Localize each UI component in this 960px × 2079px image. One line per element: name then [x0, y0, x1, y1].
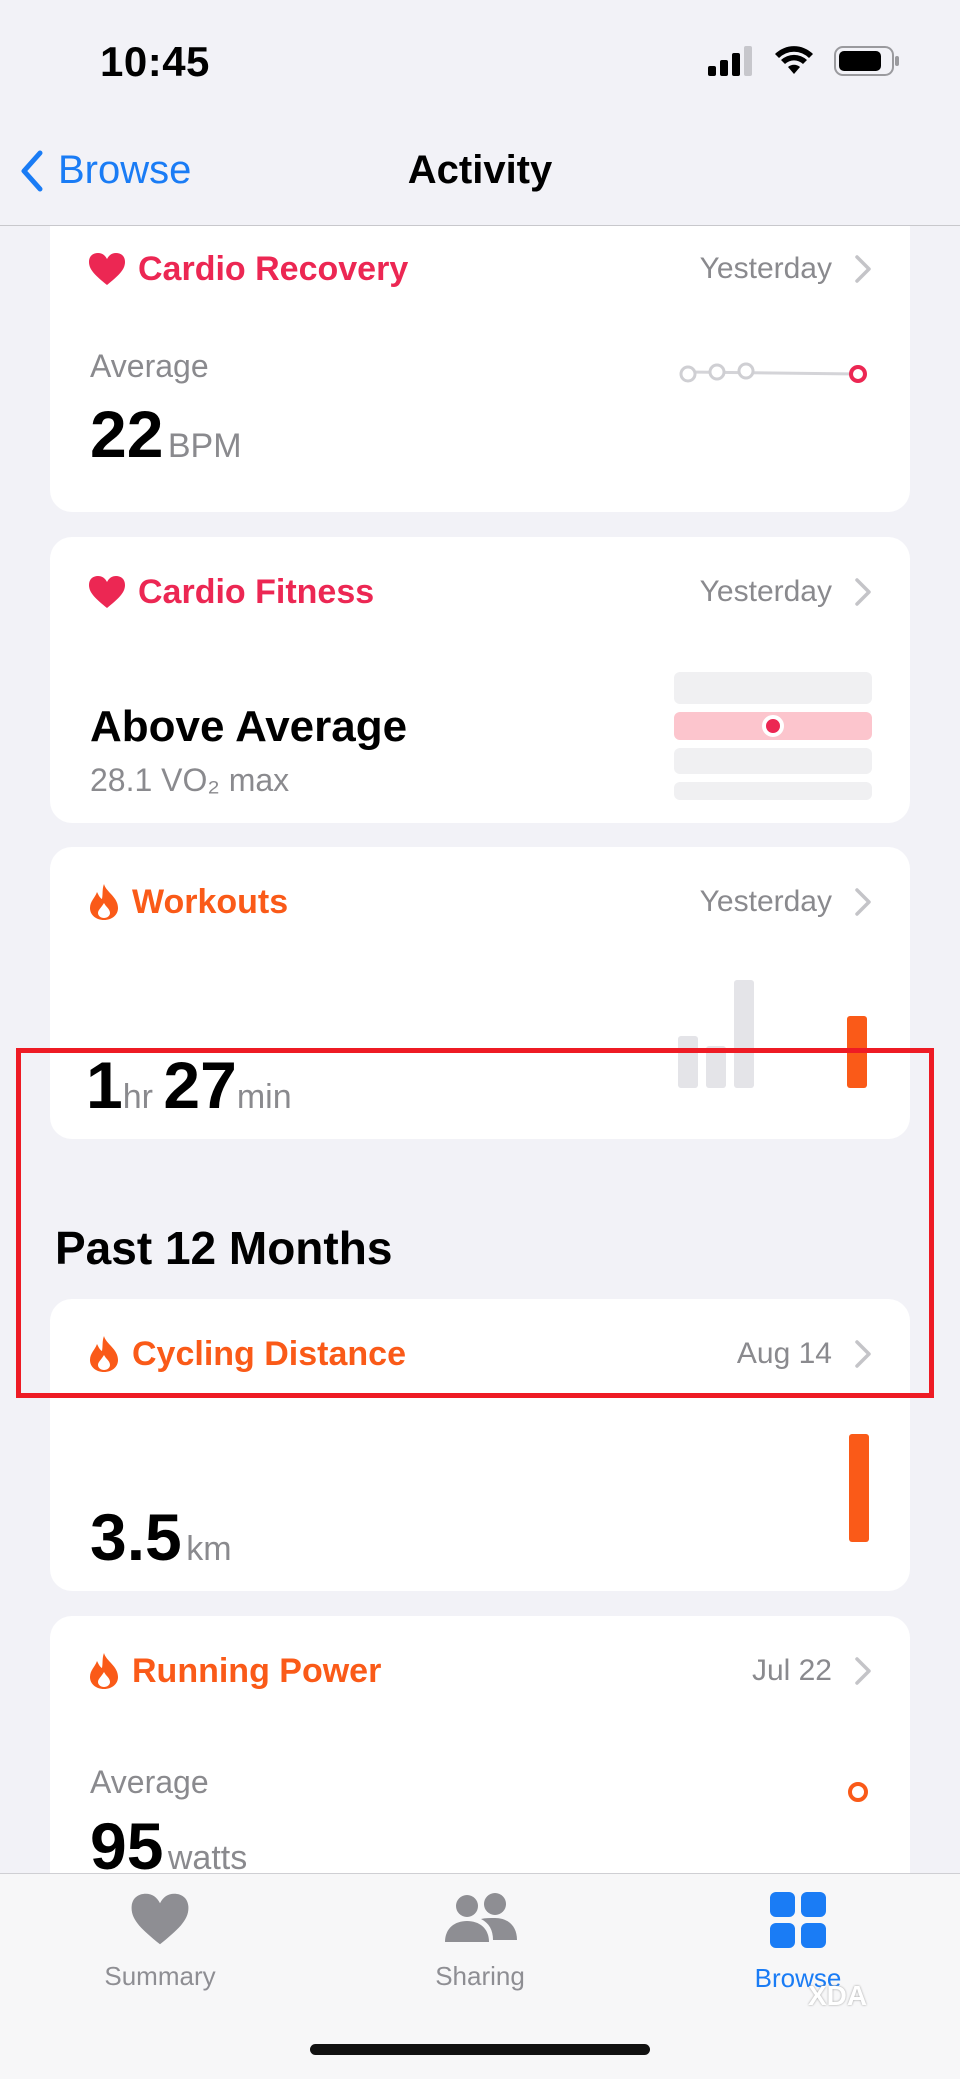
- card-date: Yesterday: [699, 252, 832, 285]
- battery-icon: [834, 46, 899, 76]
- card-title: Cardio Fitness: [138, 572, 375, 611]
- heart-icon: [131, 1893, 189, 1945]
- tab-summary[interactable]: Summary: [60, 1892, 260, 1992]
- average-label: Average: [90, 1764, 209, 1800]
- cardio-fitness-range-chart: [674, 672, 872, 800]
- flame-icon: [90, 884, 118, 920]
- tab-sharing[interactable]: Sharing: [380, 1892, 580, 1992]
- heart-icon: [89, 253, 125, 285]
- card-cardio-recovery[interactable]: Cardio Recovery Yesterday Average 22 BPM: [50, 226, 910, 512]
- card-date: Yesterday: [699, 575, 832, 608]
- wifi-icon: [775, 46, 813, 74]
- card-date: Jul 22: [751, 1654, 832, 1687]
- running-power-point: [848, 1782, 868, 1802]
- running-power-value: 95 watts: [90, 1808, 247, 1873]
- card-title: Cardio Recovery: [138, 249, 409, 288]
- home-indicator[interactable]: [310, 2044, 650, 2055]
- cardio-fitness-level: Above Average: [90, 702, 408, 751]
- card-date: Yesterday: [699, 885, 832, 918]
- cycling-distance-value: 3.5 km: [90, 1499, 232, 1575]
- value-number: 3.5: [90, 1500, 182, 1574]
- chevron-right-icon: [855, 888, 871, 916]
- status-time: 10:45: [100, 38, 210, 85]
- cycling-bar: [849, 1434, 869, 1542]
- status-bar: 10:45: [0, 0, 960, 130]
- value-unit: watts: [167, 1839, 248, 1873]
- card-title: Running Power: [132, 1651, 382, 1690]
- highlight-box: [16, 1048, 934, 1398]
- heart-icon: [89, 576, 125, 608]
- card-running-power[interactable]: Running Power Jul 22 Average 95 watts: [50, 1616, 910, 1873]
- chevron-right-icon: [855, 578, 871, 606]
- browse-grid-icon: [770, 1892, 826, 1948]
- chevron-right-icon: [855, 1657, 871, 1685]
- value-unit: km: [186, 1530, 232, 1568]
- average-label: Average: [90, 348, 209, 384]
- cardio-recovery-value: 22 BPM: [90, 396, 242, 472]
- navigation-bar: Browse Activity: [0, 130, 960, 226]
- tab-label: Summary: [104, 1961, 216, 1991]
- tab-browse[interactable]: Browse: [698, 1892, 898, 1994]
- tab-label: Browse: [754, 1963, 842, 1993]
- value-number: 22: [90, 397, 164, 471]
- value-unit: BPM: [167, 427, 242, 465]
- watermark-logo: XDA: [808, 1980, 868, 2011]
- value-number: 95: [90, 1809, 164, 1873]
- flame-icon: [90, 1653, 118, 1689]
- content-scroll[interactable]: Cardio Recovery Yesterday Average 22 BPM…: [0, 226, 960, 1873]
- tab-bar: Summary Sharing Browse XDA: [0, 1873, 960, 2079]
- cardio-fitness-detail: 28.1 VO₂ max: [90, 762, 290, 798]
- chevron-right-icon: [855, 255, 871, 283]
- status-icons: [708, 46, 900, 76]
- sharing-people-icon: [445, 1893, 517, 1942]
- signal-icon: [708, 46, 752, 76]
- tab-label: Sharing: [435, 1961, 525, 1991]
- page-title: Activity: [407, 148, 553, 192]
- card-cardio-fitness[interactable]: Cardio Fitness Yesterday Above Average 2…: [50, 537, 910, 823]
- cardio-recovery-sparkline: [679, 362, 867, 383]
- card-title: Workouts: [132, 882, 289, 921]
